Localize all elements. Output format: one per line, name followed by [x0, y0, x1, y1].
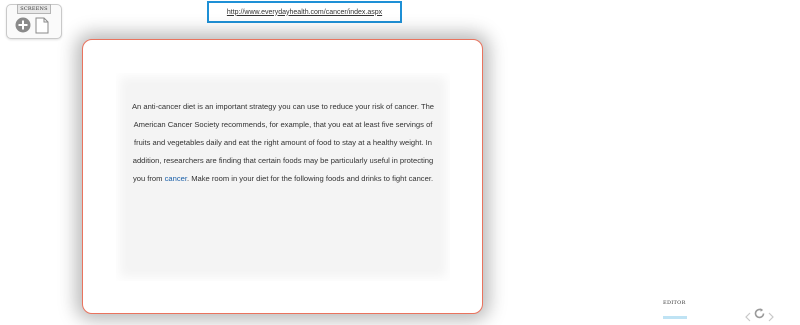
- screen-canvas: SCREENS http://www.everydayhealth.com/ca…: [0, 0, 800, 325]
- screens-label: SCREENS: [17, 4, 51, 14]
- chevron-right-icon[interactable]: [767, 312, 775, 322]
- article-text-after-link: . Make room in your diet for the followi…: [186, 174, 434, 183]
- plus-circle-icon[interactable]: [15, 17, 31, 33]
- article-text: An anti-cancer diet is an important stra…: [128, 98, 438, 188]
- document-icon[interactable]: [35, 17, 49, 34]
- editor-tab-strip[interactable]: [663, 316, 687, 319]
- chevron-left-icon[interactable]: [744, 312, 752, 322]
- screens-panel: SCREENS: [6, 4, 62, 39]
- article-card: An anti-cancer diet is an important stra…: [82, 39, 483, 314]
- refresh-icon[interactable]: [753, 307, 766, 320]
- article-content-box: An anti-cancer diet is an important stra…: [116, 73, 450, 281]
- article-text-before-link: An anti-cancer diet is an important stra…: [131, 102, 435, 183]
- url-bar: http://www.everydayhealth.com/cancer/ind…: [207, 1, 402, 23]
- editor-label: EDITOR: [663, 300, 686, 306]
- url-link[interactable]: http://www.everydayhealth.com/cancer/ind…: [227, 9, 382, 16]
- cancer-link[interactable]: cancer: [165, 174, 187, 183]
